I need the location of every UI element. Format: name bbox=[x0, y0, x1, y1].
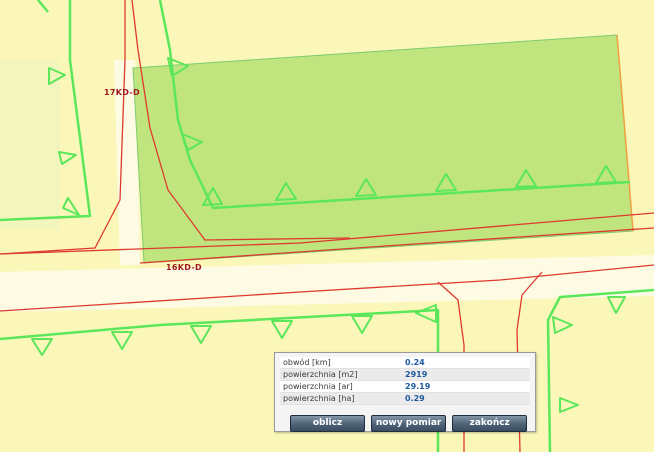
calculate-button[interactable]: oblicz bbox=[290, 415, 365, 432]
measured-area-polygon bbox=[132, 34, 634, 264]
perimeter-label: obwód [km] bbox=[280, 357, 402, 369]
table-row: powierzchnia [ha] 0.29 bbox=[280, 392, 530, 405]
measure-buttons: oblicz nowy pomiar zakończ bbox=[290, 410, 528, 432]
area-ha-label: powierzchnia [ha] bbox=[280, 392, 402, 405]
table-row: obwód [km] 0.24 bbox=[280, 357, 530, 369]
perimeter-value: 0.24 bbox=[402, 357, 530, 369]
left-light-zone bbox=[0, 60, 60, 230]
area-ha-value: 0.29 bbox=[402, 392, 530, 405]
area-ar-value: 29.19 bbox=[402, 380, 530, 393]
area-m2-label: powierzchnia [m2] bbox=[280, 368, 402, 381]
table-row: powierzchnia [m2] 2919 bbox=[280, 368, 530, 381]
measure-panel: obwód [km] 0.24 powierzchnia [m2] 2919 p… bbox=[274, 352, 536, 432]
road-label-17kd-d: 17KD-D bbox=[104, 88, 140, 97]
area-ar-label: powierzchnia [ar] bbox=[280, 380, 402, 393]
area-m2-value: 2919 bbox=[402, 368, 530, 381]
new-measure-button[interactable]: nowy pomiar bbox=[371, 415, 447, 432]
finish-button[interactable]: zakończ bbox=[452, 415, 528, 432]
table-row: powierzchnia [ar] 29.19 bbox=[280, 380, 530, 393]
road-label-16kd-d: 16KD-D bbox=[166, 263, 202, 272]
measure-results-table: obwód [km] 0.24 powierzchnia [m2] 2919 p… bbox=[280, 357, 530, 405]
